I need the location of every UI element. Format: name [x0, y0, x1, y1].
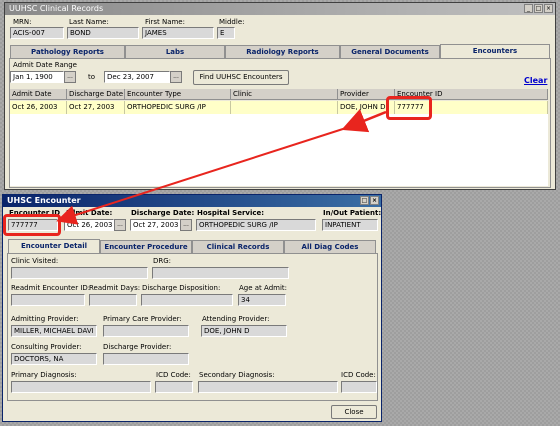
icd-code-field: [155, 381, 193, 393]
title-bar[interactable]: UHSC Encounter □ ×: [3, 195, 381, 207]
admit-date-label: Admit Date:: [65, 209, 113, 217]
age-at-admit-field: 34: [238, 294, 286, 306]
mrn-field: ACIS-007: [10, 27, 64, 39]
close-button[interactable]: Close: [331, 405, 377, 419]
maximize-icon[interactable]: □: [534, 4, 543, 13]
tab-encounter-procedure[interactable]: Encounter Procedure: [100, 240, 192, 253]
attending-provider-field: DOE, JOHN D: [201, 325, 287, 337]
clinic-visited-label: Clinic Visited:: [11, 257, 59, 265]
in-out-patient-field: INPATIENT: [322, 219, 378, 231]
tab-radiology-reports[interactable]: Radiology Reports: [225, 45, 340, 58]
column-header[interactable]: Encounter Type: [125, 89, 231, 100]
restore-icon[interactable]: □: [360, 196, 369, 205]
close-icon[interactable]: ×: [544, 4, 553, 13]
consulting-provider-label: Consulting Provider:: [11, 343, 82, 351]
readmit-id-field: [11, 294, 85, 306]
mrn-label: MRN:: [13, 18, 32, 26]
admit-date-input[interactable]: Oct 26, 2003: [64, 219, 114, 231]
discharge-date-label: Discharge Date:: [131, 209, 195, 217]
discharge-date-input[interactable]: Oct 27, 2003: [130, 219, 180, 231]
cell-clinic: [231, 101, 338, 114]
tab-all-diag-codes[interactable]: All Diag Codes: [284, 240, 376, 253]
window-title: UUHSC Clinical Records: [9, 4, 104, 13]
cell-discharge-date: Oct 27, 2003: [67, 101, 125, 114]
secondary-diagnosis-field: [198, 381, 338, 393]
first-name-label: First Name:: [145, 18, 185, 26]
cell-admit-date: Oct 26, 2003: [10, 101, 67, 114]
drg-field: [152, 267, 289, 279]
admitting-provider-label: Admitting Provider:: [11, 315, 79, 323]
hospital-service-field: ORTHOPEDIC SURG /IP: [196, 219, 316, 231]
tab-labs[interactable]: Labs: [125, 45, 225, 58]
in-out-patient-label: In/Out Patient:: [323, 209, 382, 217]
clear-link[interactable]: Clear: [524, 76, 547, 85]
column-header[interactable]: Discharge Date: [67, 89, 125, 100]
middle-label: Middle:: [219, 18, 245, 26]
tab-encounter-detail[interactable]: Encounter Detail: [8, 239, 100, 253]
last-name-field: BOND: [67, 27, 139, 39]
readmit-id-label: Readmit Encounter ID:: [11, 284, 91, 292]
readmit-days-label: Readmit Days:: [89, 284, 141, 292]
hospital-service-label: Hospital Service:: [197, 209, 265, 217]
date-from-input[interactable]: Jan 1, 1900: [10, 71, 64, 83]
admitting-provider-field: MILLER, MICHAEL DAVI: [11, 325, 97, 337]
discharge-disposition-field: [141, 294, 233, 306]
column-header[interactable]: Admit Date: [10, 89, 67, 100]
age-at-admit-label: Age at Admit:: [239, 284, 287, 292]
primary-care-provider-field: [103, 325, 189, 337]
primary-care-provider-label: Primary Care Provider:: [103, 315, 182, 323]
title-bar[interactable]: UUHSC Clinical Records _ □ ×: [5, 3, 555, 15]
tab-clinical-records[interactable]: Clinical Records: [192, 240, 284, 253]
tab-pathology-reports[interactable]: Pathology Reports: [10, 45, 125, 58]
table-row[interactable]: Oct 26, 2003 Oct 27, 2003 ORTHOPEDIC SUR…: [10, 101, 548, 114]
discharge-provider-field: [103, 353, 189, 365]
tab-general-documents[interactable]: General Documents: [340, 45, 440, 58]
minimize-icon[interactable]: _: [524, 4, 533, 13]
window-title: UHSC Encounter: [7, 196, 81, 205]
clinic-visited-field: [11, 267, 148, 279]
discharge-date-picker-button[interactable]: ...: [180, 219, 192, 231]
drg-label: DRG:: [153, 257, 172, 265]
last-name-label: Last Name:: [69, 18, 109, 26]
close-icon[interactable]: ×: [370, 196, 379, 205]
middle-field: E: [217, 27, 235, 39]
date-to-input[interactable]: Dec 23, 2007: [104, 71, 170, 83]
readmit-days-field: [89, 294, 137, 306]
icd-code-label: ICD Code:: [156, 371, 191, 379]
table-body-empty: [10, 114, 548, 186]
encounter-id-highlight: [386, 96, 432, 120]
date-range-label: Admit Date Range: [13, 61, 77, 69]
secondary-diagnosis-label: Secondary Diagnosis:: [199, 371, 275, 379]
encounter-table-header: Admit Date Discharge Date Encounter Type…: [10, 89, 548, 100]
column-header[interactable]: Clinic: [231, 89, 338, 100]
icd-code-field: [341, 381, 377, 393]
tab-encounters[interactable]: Encounters: [440, 44, 550, 58]
discharge-disposition-label: Discharge Disposition:: [142, 284, 221, 292]
encounter-id-detail-highlight: [3, 214, 61, 236]
attending-provider-label: Attending Provider:: [202, 315, 270, 323]
clinical-records-window: UUHSC Clinical Records _ □ × MRN: ACIS-0…: [4, 2, 556, 190]
primary-diagnosis-label: Primary Diagnosis:: [11, 371, 77, 379]
admit-date-picker-button[interactable]: ...: [114, 219, 126, 231]
find-encounters-button[interactable]: Find UUHSC Encounters: [193, 70, 289, 85]
to-label: to: [88, 73, 96, 81]
icd-code-label: ICD Code:: [341, 371, 376, 379]
cell-encounter-type: ORTHOPEDIC SURG /IP: [125, 101, 231, 114]
primary-diagnosis-field: [11, 381, 151, 393]
consulting-provider-field: DOCTORS, NA: [11, 353, 97, 365]
date-from-picker-button[interactable]: ...: [64, 71, 76, 83]
first-name-field: JAMES: [142, 27, 214, 39]
date-to-picker-button[interactable]: ...: [170, 71, 182, 83]
discharge-provider-label: Discharge Provider:: [103, 343, 172, 351]
